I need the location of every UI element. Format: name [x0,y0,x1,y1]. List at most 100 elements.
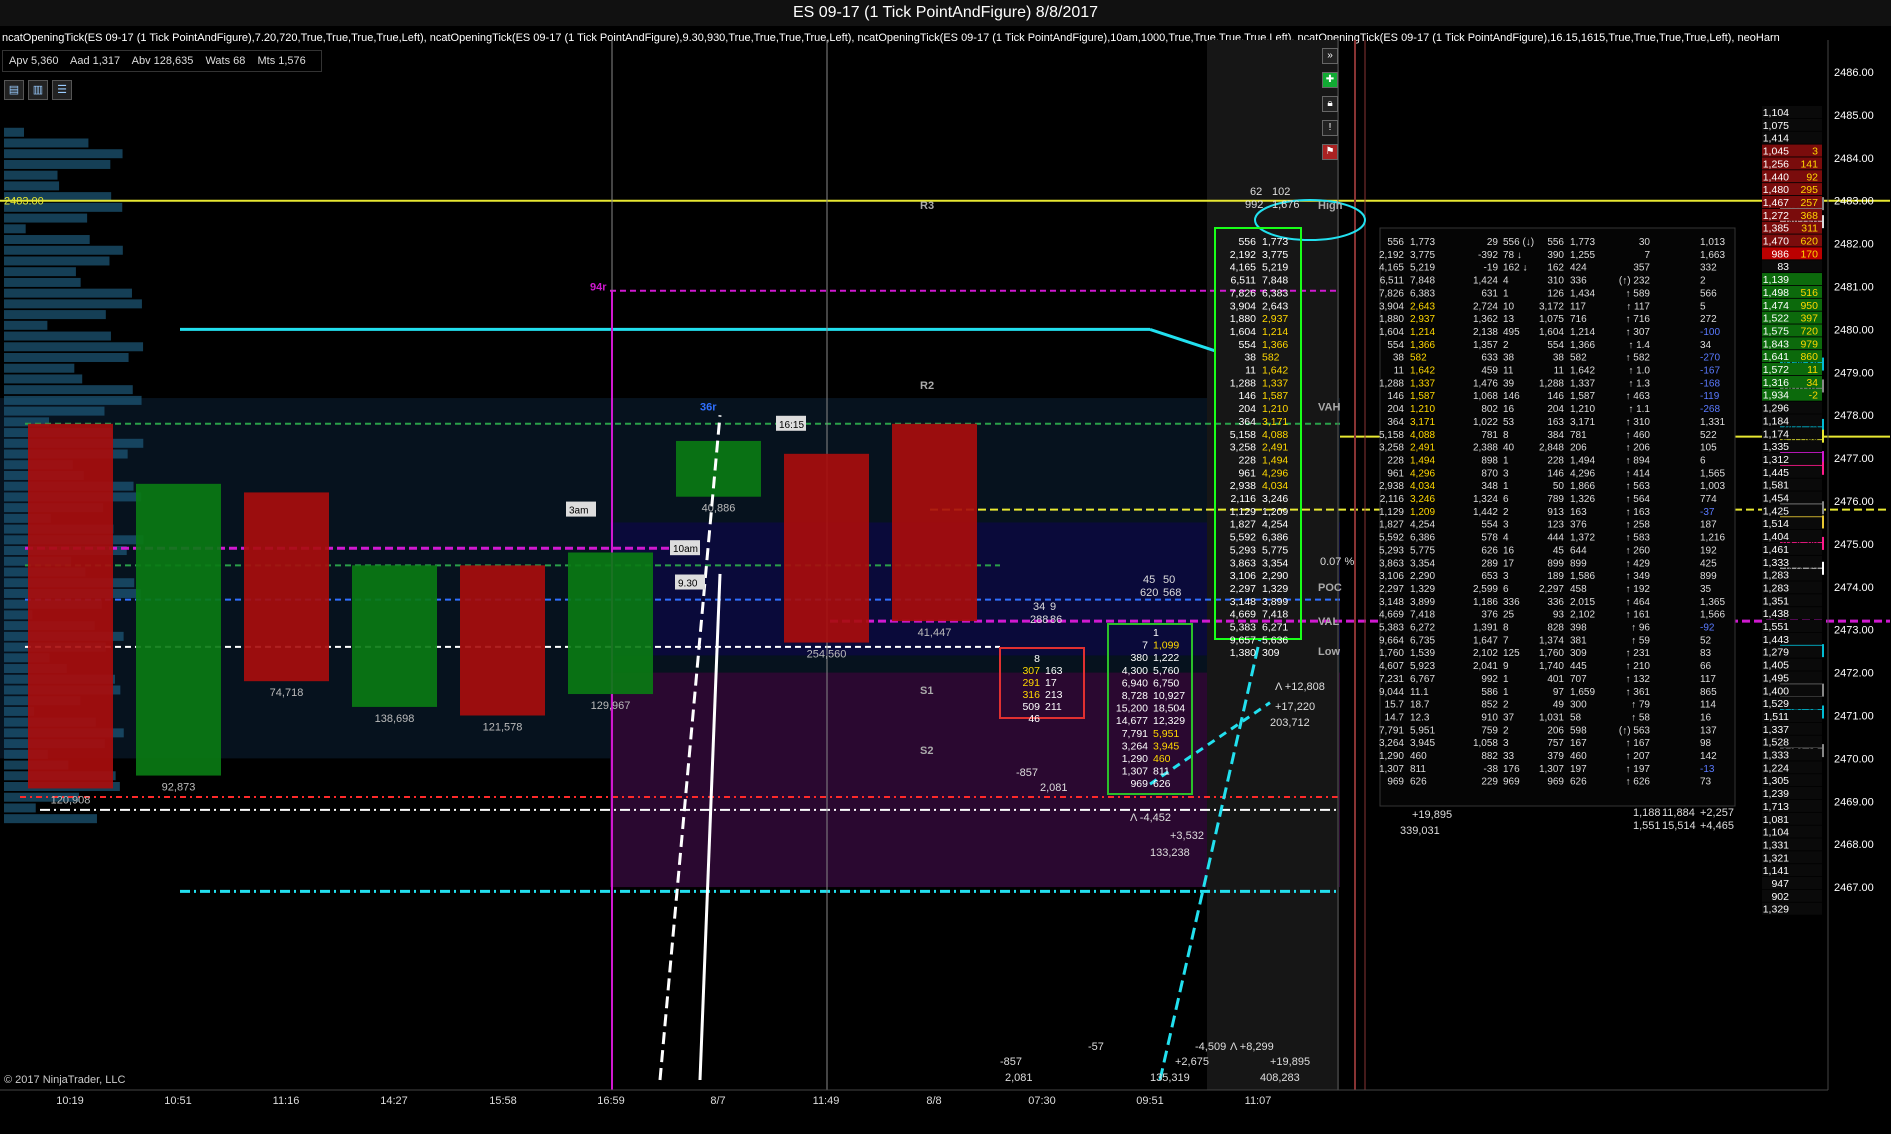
dom-cell: 398 [1570,623,1587,634]
dom-cell: 336 [1570,276,1587,287]
alert-icon[interactable]: ! [1322,120,1338,136]
dom-cell: 1,760 [1379,648,1404,659]
lock-icon[interactable]: 🔒︎ [1322,96,1338,112]
dom-cell: 2 [1503,340,1509,351]
dom-cell: 2 [1503,507,1509,518]
footprint-cell: 7,791 [1122,728,1148,740]
dom-cell: ↑ 258 [1626,520,1651,531]
list-cell: 1,305 [1763,775,1789,787]
dom-cell: 910 [1481,712,1498,723]
dom-cell: -37 [1700,507,1715,518]
dom-cell: 2,102 [1570,610,1595,621]
annotation: -4,509 [1195,1041,1226,1053]
dom-cell: 3,246 [1410,494,1435,505]
dom-cell: 162 ↓ [1503,263,1527,274]
chart-plot[interactable]: 120,908 92,873 74,718 138,698 121,578 129,967… [0,0,1891,1134]
dom-cell: ↑ 1.4 [1628,340,1650,351]
price-bar [28,423,113,789]
level-label: VAH [1318,402,1340,414]
annotation: 1,551 [1633,820,1661,832]
bar-volume-label: 254,560 [807,649,847,661]
dom-cell: 1,760 [1539,648,1564,659]
dom-cell: 14.7 [1385,712,1405,723]
dom-cell: 50 [1553,481,1565,492]
ladder-ask: 6,271 [1262,622,1288,634]
dom-cell: 789 [1547,494,1564,505]
ladder-ask: 1,494 [1262,454,1288,466]
dom-cell: ↑ 132 [1626,674,1651,685]
list-cell: 1,480 [1763,184,1789,196]
dom-cell: ↑ 1.0 [1628,366,1650,377]
annotation: 2,081 [1005,1072,1033,1084]
y-tick-label: 2473.00 [1834,625,1874,637]
ladder-bid: 1,380 [1230,647,1256,659]
pin-icon[interactable]: ✚ [1322,72,1338,88]
dom-cell: 1,255 [1570,250,1595,261]
list-cell: 720 [1800,325,1818,337]
dom-cell: 300 [1570,700,1587,711]
dom-cell: 5,951 [1410,725,1435,736]
y-tick-label: 2486.00 [1834,67,1874,79]
dom-cell: -92 [1700,623,1715,634]
volume-profile-bar [4,277,81,287]
ladder-ask: 1,366 [1262,339,1288,351]
dom-cell: 390 [1547,250,1564,261]
ladder-bid: 2,297 [1230,583,1256,595]
dom-cell: ↑ 310 [1626,417,1651,428]
dom-cell: ↑ 564 [1626,494,1651,505]
dom-cell: 114 [1700,700,1716,711]
x-tick-label: 11:49 [813,1095,840,1107]
footprint-cell: 1,222 [1153,652,1179,664]
dom-cell: 204 [1387,404,1404,415]
ladder-ask: 1,337 [1262,377,1288,389]
dom-cell: 1,391 [1473,623,1498,634]
dom-cell: ↑ 192 [1626,584,1651,595]
list-cell: 1,351 [1763,595,1789,607]
annotation: 992 [1245,199,1263,211]
dom-cell: ↑ 307 [1626,327,1651,338]
list-cell: 1,321 [1763,852,1789,864]
list-cell: 1,333 [1763,750,1789,762]
dom-cell: 7,231 [1379,674,1404,685]
ladder-ask: 2,290 [1262,570,1288,582]
footprint-cell: 10,927 [1153,690,1185,702]
bar-volume-label: 121,578 [483,722,523,734]
dom-cell: 3,904 [1379,301,1404,312]
ladder-bid: 5,158 [1230,429,1256,441]
dom-cell: 6,735 [1410,635,1435,646]
dom-cell: 460 [1410,751,1427,762]
annotation: 203,712 [1270,717,1310,729]
annotation: 62 [1250,186,1262,198]
dom-cell: 578 [1481,533,1498,544]
time-tag: 9.30 [678,579,698,590]
dom-cell: -38 [1484,764,1499,775]
dom-cell: 1,210 [1570,404,1595,415]
dom-cell: 1,337 [1570,378,1595,389]
flag-icon[interactable]: ⚑ [1322,144,1338,160]
trend-line [1149,327,1216,353]
dom-cell: 2,848 [1539,443,1564,454]
dom-cell: 2,599 [1473,584,1498,595]
dom-cell: 1,866 [1570,481,1595,492]
dom-cell: 13 [1503,314,1515,325]
dom-cell: ↑ 583 [1626,533,1651,544]
ladder-bid: 1,129 [1230,506,1256,518]
dom-cell: 774 [1700,494,1717,505]
dom-cell: 310 [1547,276,1564,287]
dom-cell: 1,058 [1473,738,1498,749]
list-cell: 1,104 [1763,827,1789,839]
ladder-ask: 1,329 [1262,583,1288,595]
dom-cell: 2,491 [1410,443,1435,454]
list-cell: 902 [1771,891,1789,903]
dom-cell: 1,374 [1539,635,1564,646]
dom-cell: ↑ 96 [1631,623,1650,634]
dom-cell: 4 [1503,276,1509,287]
dom-cell: 1,003 [1700,481,1725,492]
delta-cell: 46 [1028,713,1040,725]
list-cell: 1,528 [1763,737,1789,749]
expand-icon[interactable]: » [1322,48,1338,64]
dom-cell: 7,848 [1410,276,1435,287]
list-cell: 1,224 [1763,762,1789,774]
dom-cell: 38 [1553,353,1565,364]
side-toolbar: » ✚ 🔒︎ ! ⚑ [1322,48,1338,160]
